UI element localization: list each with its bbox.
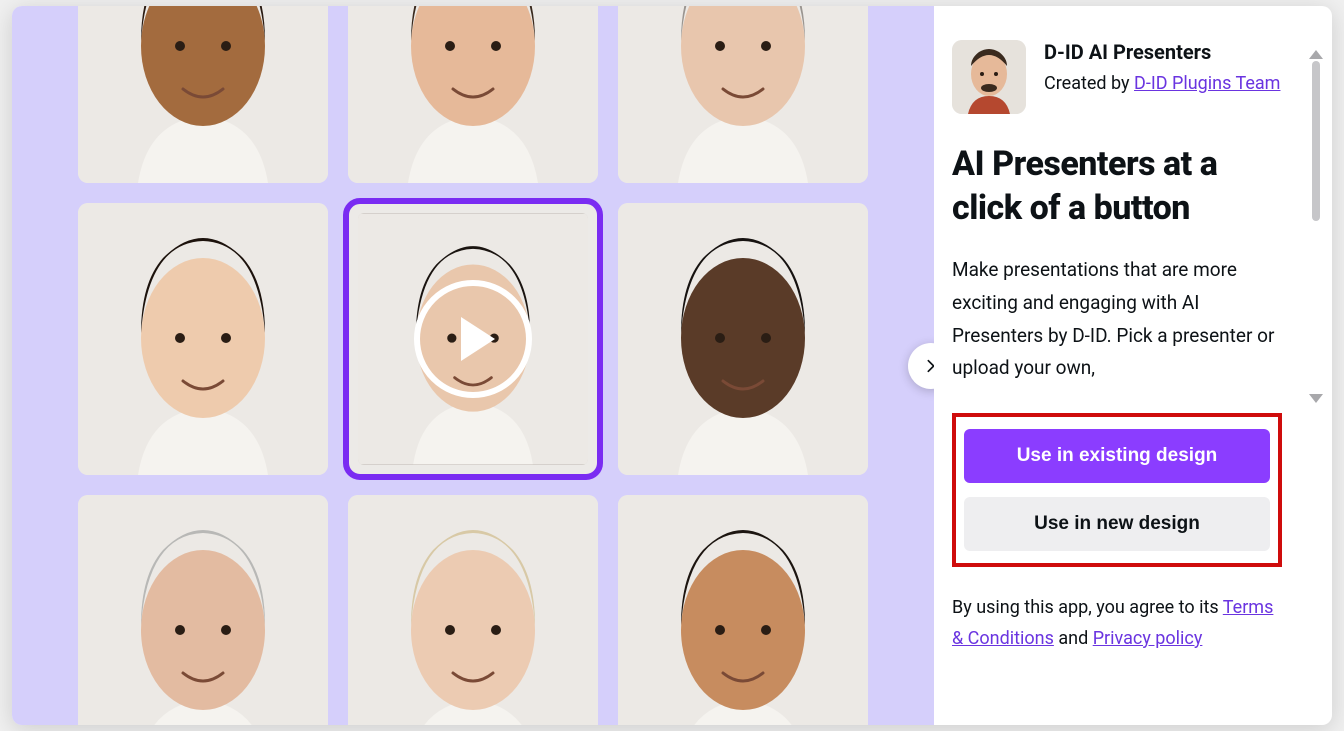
presenter-tile[interactable] [348, 203, 598, 475]
details-pane: D-ID AI Presenters Created by D-ID Plugi… [934, 6, 1332, 725]
use-new-design-button[interactable]: Use in new design [964, 497, 1270, 551]
preview-pane [12, 6, 934, 725]
legal-text: By using this app, you agree to its Term… [952, 593, 1282, 654]
cta-group-highlight: Use in existing design Use in new design [952, 413, 1282, 567]
creator-line: Created by D-ID Plugins Team [1044, 70, 1280, 98]
presenter-face-icon [78, 495, 328, 725]
presenter-face-icon [78, 203, 328, 475]
headline: AI Presenters at a click of a button [952, 142, 1282, 230]
presenter-tile[interactable] [348, 495, 598, 725]
presenter-grid [12, 6, 934, 725]
legal-and: and [1054, 628, 1093, 649]
scrollbar-thumb[interactable] [1312, 61, 1320, 221]
presenter-face-icon [618, 6, 868, 183]
description: Make presentations that are more excitin… [952, 254, 1282, 385]
created-by-label: Created by [1044, 73, 1134, 94]
legal-prefix: By using this app, you agree to its [952, 597, 1223, 618]
presenter-tile[interactable] [348, 6, 598, 183]
presenter-tile[interactable] [78, 495, 328, 725]
app-meta: D-ID AI Presenters Created by D-ID Plugi… [1044, 40, 1280, 114]
presenter-tile[interactable] [618, 495, 868, 725]
presenter-face-icon [348, 495, 598, 725]
scroll-down-icon[interactable] [1309, 394, 1323, 403]
presenter-tile[interactable] [618, 203, 868, 475]
app-avatar [952, 40, 1026, 114]
presenter-tile[interactable] [78, 203, 328, 475]
presenter-face-icon [348, 6, 598, 183]
presenter-tile[interactable] [618, 6, 868, 183]
presenter-tile[interactable] [78, 6, 328, 183]
presenter-face-icon [78, 6, 328, 183]
app-title: D-ID AI Presenters [1044, 40, 1280, 64]
app-install-modal: D-ID AI Presenters Created by D-ID Plugi… [12, 6, 1332, 725]
creator-link[interactable]: D-ID Plugins Team [1134, 73, 1280, 94]
use-existing-design-button[interactable]: Use in existing design [964, 429, 1270, 483]
chevron-right-icon [923, 358, 934, 374]
play-icon[interactable] [414, 280, 532, 398]
details-scroll: D-ID AI Presenters Created by D-ID Plugi… [952, 40, 1292, 701]
app-header: D-ID AI Presenters Created by D-ID Plugi… [952, 40, 1282, 114]
privacy-link[interactable]: Privacy policy [1093, 628, 1203, 649]
presenter-face-icon [618, 495, 868, 725]
avatar-face-icon [952, 40, 1026, 114]
scrollbar-track[interactable] [1312, 46, 1320, 685]
presenter-face-icon [618, 203, 868, 475]
